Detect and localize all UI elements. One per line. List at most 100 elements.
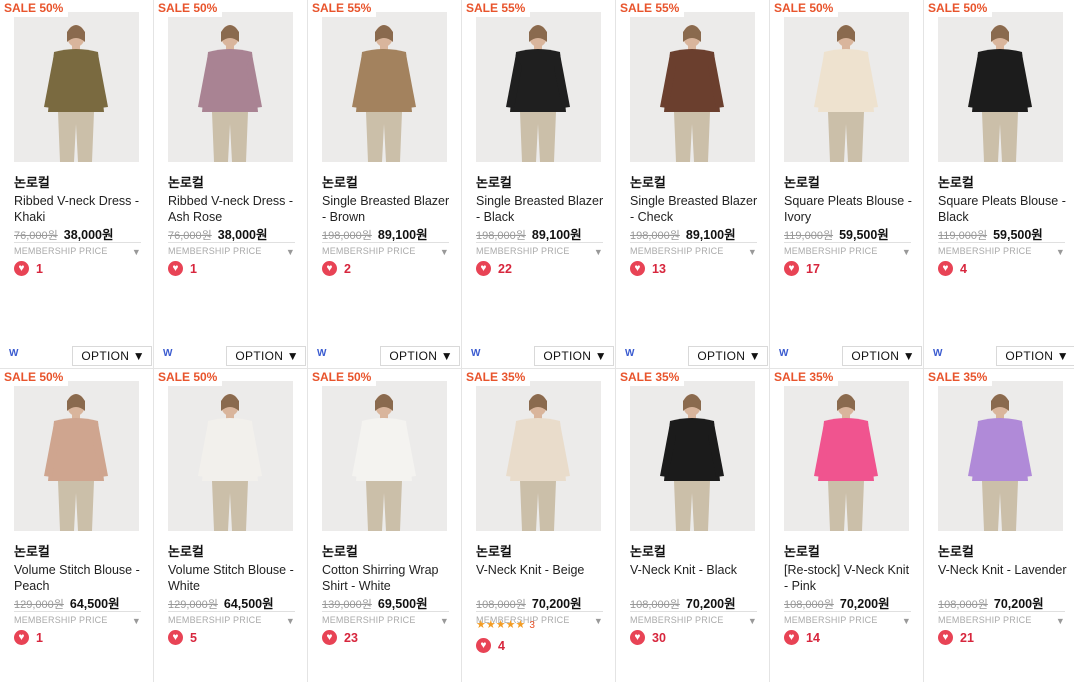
product-image[interactable] [784,381,909,531]
product-image[interactable] [168,12,293,162]
option-button[interactable]: OPTION ▼ [534,346,614,366]
product-image[interactable] [476,12,601,162]
brand-name[interactable]: 논로컬 [476,172,512,191]
like-button[interactable]: ♥ 23 [322,630,358,645]
product-image[interactable] [14,381,139,531]
like-button[interactable]: ♥ 14 [784,630,820,645]
product-name[interactable]: V-Neck Knit - Beige [476,562,606,578]
product-name[interactable]: [Re-stock] V-Neck Knit - Pink [784,562,914,594]
option-button[interactable]: OPTION ▼ [380,346,460,366]
product-card[interactable]: SALE 50% 논로컬 Ribbed V-neck Dress - Khaki 76… [0,0,154,368]
product-image[interactable] [14,12,139,162]
membership-price-toggle[interactable]: MEMBERSHIP PRICE ▼ [322,611,449,626]
membership-price-toggle[interactable]: MEMBERSHIP PRICE ▼ [322,242,449,257]
price-row: 139,000원 69,500원 [322,593,452,613]
brand-name[interactable]: 논로컬 [14,541,50,560]
product-image[interactable] [938,381,1063,531]
product-name[interactable]: Volume Stitch Blouse - White [168,562,298,594]
like-button[interactable]: ♥ 13 [630,261,666,276]
brand-name[interactable]: 논로컬 [784,541,820,560]
product-image[interactable] [630,12,755,162]
option-button[interactable]: OPTION ▼ [72,346,152,366]
brand-name[interactable]: 논로컬 [168,172,204,191]
product-image[interactable] [938,12,1063,162]
membership-price-toggle[interactable]: MEMBERSHIP PRICE ▼ [784,611,911,626]
option-button[interactable]: OPTION ▼ [688,346,768,366]
like-button[interactable]: ♥ 1 [14,630,43,645]
membership-price-toggle[interactable]: MEMBERSHIP PRICE ▼ [938,242,1065,257]
product-name[interactable]: Single Breasted Blazer - Check [630,193,760,225]
original-price: 198,000원 [322,230,372,242]
brand-name[interactable]: 논로컬 [322,172,358,191]
product-card[interactable]: SALE 50% 논로컬 Square Pleats Blouse - Black 1… [924,0,1074,368]
product-image[interactable] [168,381,293,531]
brand-name[interactable]: 논로컬 [322,541,358,560]
option-button[interactable]: OPTION ▼ [226,346,306,366]
like-button[interactable]: ♥ 5 [168,630,197,645]
like-button[interactable]: ♥ 30 [630,630,666,645]
product-card[interactable]: SALE 35% 논로컬 V-Neck Knit - Black 108,000원 70… [616,368,770,682]
membership-price-toggle[interactable]: MEMBERSHIP PRICE ▼ [784,242,911,257]
like-button[interactable]: ♥ 4 [476,638,505,653]
brand-name[interactable]: 논로컬 [14,172,50,191]
membership-price-toggle[interactable]: MEMBERSHIP PRICE ▼ [630,611,757,626]
product-card[interactable]: SALE 50% 논로컬 Square Pleats Blouse - Ivory 1… [770,0,924,368]
membership-price-toggle[interactable]: MEMBERSHIP PRICE ▼ [630,242,757,257]
like-button[interactable]: ♥ 1 [168,261,197,276]
product-card[interactable]: SALE 50% 논로컬 Volume Stitch Blouse - Peach 1… [0,368,154,682]
product-card[interactable]: SALE 35% 논로컬 V-Neck Knit - Beige 108,000원 70… [462,368,616,682]
product-image[interactable] [322,381,447,531]
product-card[interactable]: SALE 55% 논로컬 Single Breasted Blazer - Blac… [462,0,616,368]
like-button[interactable]: ♥ 1 [14,261,43,276]
model-figure [968,394,1032,531]
like-button[interactable]: ♥ 4 [938,261,967,276]
product-name[interactable]: Square Pleats Blouse - Black [938,193,1068,225]
brand-name[interactable]: 논로컬 [630,172,666,191]
membership-price-toggle[interactable]: MEMBERSHIP PRICE ▼ [938,611,1065,626]
product-name[interactable]: Single Breasted Blazer - Brown [322,193,452,225]
product-name[interactable]: Ribbed V-neck Dress - Khaki [14,193,144,225]
sale-price: 70,200원 [685,597,736,611]
brand-name[interactable]: 논로컬 [476,541,512,560]
membership-price-toggle[interactable]: MEMBERSHIP PRICE ▼ [14,611,141,626]
product-name[interactable]: Single Breasted Blazer - Black [476,193,606,225]
product-name[interactable]: V-Neck Knit - Black [630,562,760,578]
product-card[interactable]: SALE 50% 논로컬 Cotton Shirring Wrap Shirt - … [308,368,462,682]
membership-price-toggle[interactable]: MEMBERSHIP PRICE ▼ [14,242,141,257]
product-image[interactable] [630,381,755,531]
option-button[interactable]: OPTION ▼ [842,346,922,366]
membership-price-toggle[interactable]: MEMBERSHIP PRICE ▼ [168,242,295,257]
product-image[interactable] [476,381,601,531]
product-name[interactable]: Square Pleats Blouse - Ivory [784,193,914,225]
option-button[interactable]: OPTION ▼ [996,346,1074,366]
like-button[interactable]: ♥ 17 [784,261,820,276]
product-card[interactable]: SALE 55% 논로컬 Single Breasted Blazer - Brow… [308,0,462,368]
like-button[interactable]: ♥ 22 [476,261,512,276]
like-button[interactable]: ♥ 2 [322,261,351,276]
original-price: 129,000원 [168,599,218,611]
product-name[interactable]: V-Neck Knit - Lavender [938,562,1068,578]
w-badge: W [9,348,19,359]
like-count: 2 [344,261,351,276]
product-card[interactable]: SALE 50% 논로컬 Ribbed V-neck Dress - Ash Ros… [154,0,308,368]
brand-name[interactable]: 논로컬 [784,172,820,191]
like-button[interactable]: ♥ 21 [938,630,974,645]
product-card[interactable]: SALE 35% 논로컬 V-Neck Knit - Lavender 108,000… [924,368,1074,682]
product-name[interactable]: Ribbed V-neck Dress - Ash Rose [168,193,298,225]
original-price: 76,000원 [168,230,212,242]
brand-name[interactable]: 논로컬 [630,541,666,560]
brand-name[interactable]: 논로컬 [938,541,974,560]
model-figure [352,394,416,531]
product-image[interactable] [322,12,447,162]
product-name[interactable]: Cotton Shirring Wrap Shirt - White [322,562,452,594]
brand-name[interactable]: 논로컬 [168,541,204,560]
product-card[interactable]: SALE 35% 논로컬 [Re-stock] V-Neck Knit - Pink… [770,368,924,682]
product-card[interactable]: SALE 50% 논로컬 Volume Stitch Blouse - White 1… [154,368,308,682]
membership-price-toggle[interactable]: MEMBERSHIP PRICE ▼ [476,242,603,257]
membership-price-toggle[interactable]: MEMBERSHIP PRICE ▼ [168,611,295,626]
product-image[interactable] [784,12,909,162]
sale-badge: SALE 35% [924,369,993,386]
brand-name[interactable]: 논로컬 [938,172,974,191]
product-name[interactable]: Volume Stitch Blouse - Peach [14,562,144,594]
product-card[interactable]: SALE 55% 논로컬 Single Breasted Blazer - Chec… [616,0,770,368]
